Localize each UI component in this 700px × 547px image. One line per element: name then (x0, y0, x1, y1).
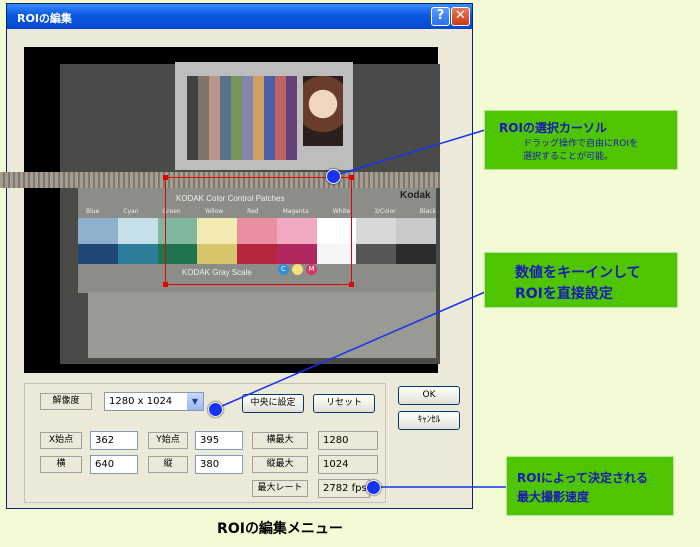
direct-input-line (214, 291, 486, 410)
direct-input-marker (208, 402, 223, 417)
direct-input-line1: 数値をキーインして (515, 265, 641, 281)
roi-cursor-marker (326, 169, 341, 184)
rate-line2: 最大撮影速度 (517, 490, 590, 504)
rate-line1: ROIによって決定される (517, 471, 648, 485)
direct-input-line2: ROIを直接設定 (515, 286, 613, 302)
roi-cursor-line1: ドラッグ操作で自由にROIを (523, 139, 638, 149)
rate-marker (366, 480, 381, 495)
figure-caption: ROIの編集メニュー (217, 521, 343, 537)
max-rate-callout: ROIによって決定される 最大撮影速度 (506, 456, 674, 516)
roi-cursor-line2: 選択することが可能。 (523, 152, 614, 162)
direct-input-callout: 数値をキーインして ROIを直接設定 (484, 252, 678, 308)
roi-cursor-title: ROIの選択カーソル (499, 121, 607, 135)
roi-cursor-callout: ROIの選択カーソル ドラッグ操作で自由にROIを 選択することが可能。 (484, 110, 678, 170)
roi-cursor-line (332, 129, 486, 177)
